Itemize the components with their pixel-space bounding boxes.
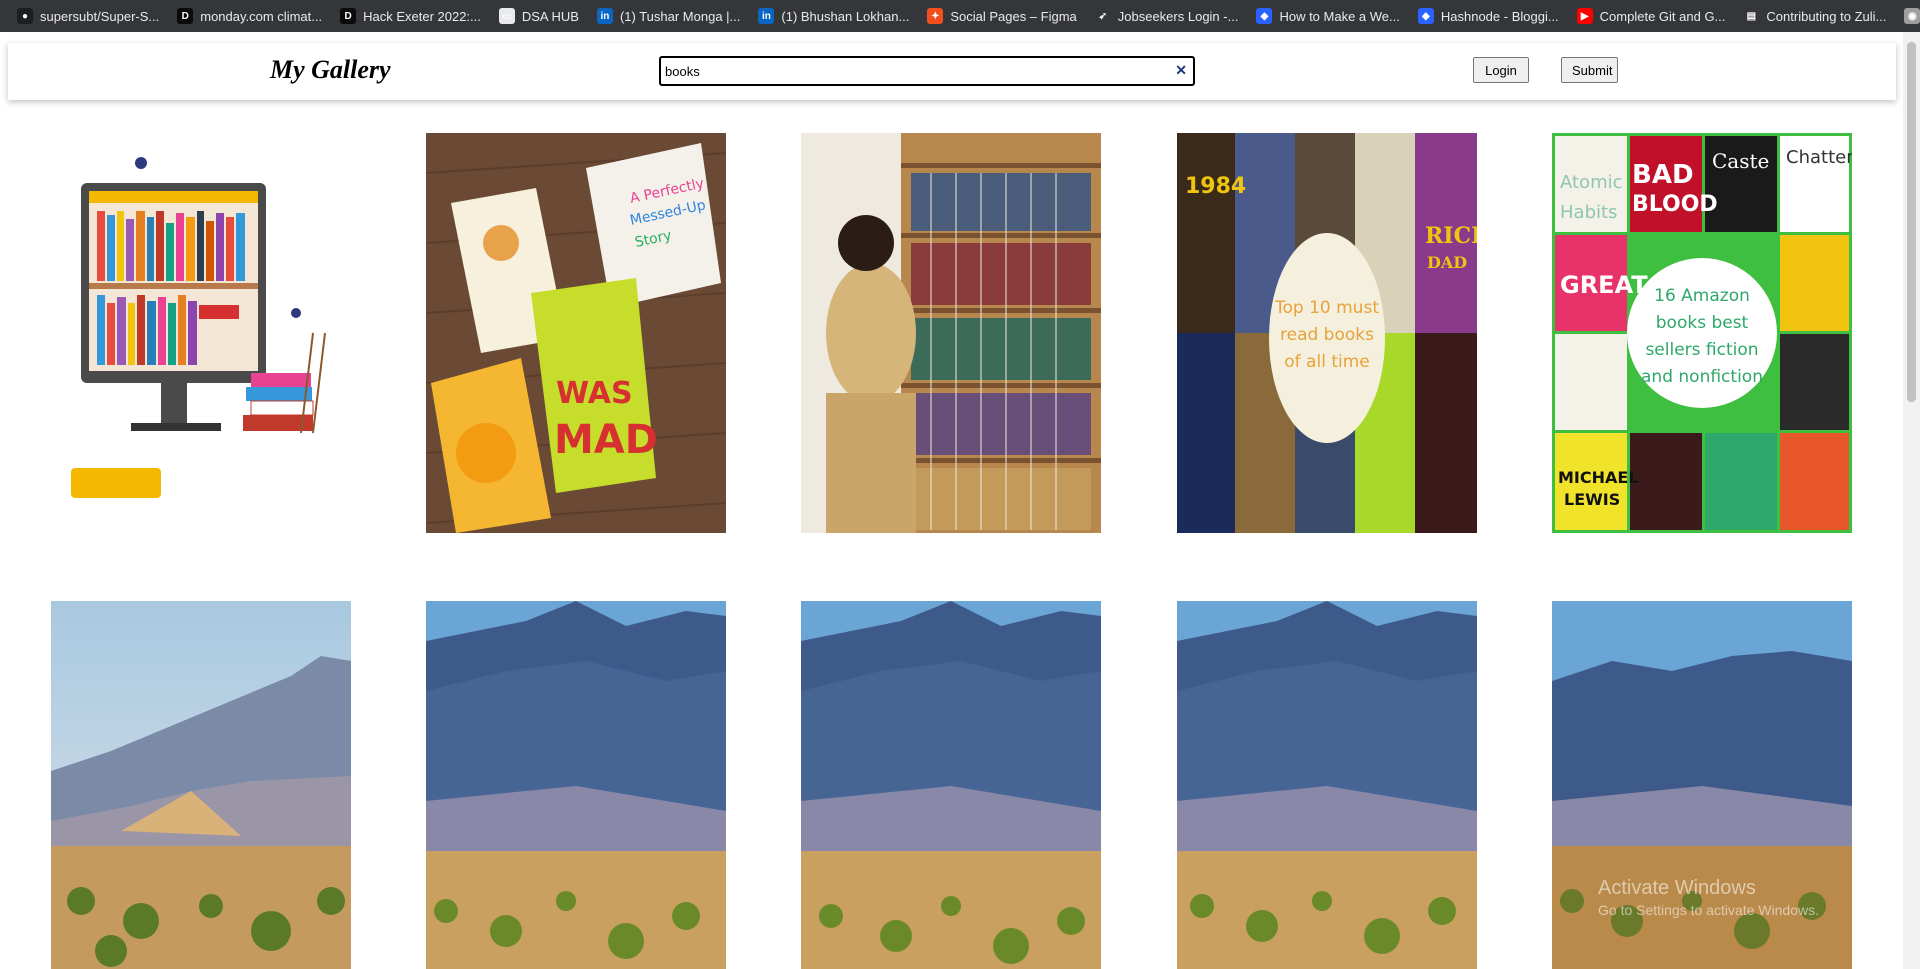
bookmark-item[interactable]: in (1) Tushar Monga |... bbox=[588, 3, 749, 29]
collage-caption-line: read books bbox=[1280, 325, 1374, 345]
svg-text:BLOOD: BLOOD bbox=[1632, 192, 1718, 217]
gallery-image-desert-4[interactable] bbox=[1177, 601, 1477, 969]
svg-text:1984: 1984 bbox=[1185, 174, 1246, 199]
collage-caption-line: books best bbox=[1656, 313, 1749, 333]
gallery-image-amazon-bestsellers[interactable]: BAD BLOOD Caste Chatter GREAT MICHAEL LE… bbox=[1552, 133, 1852, 533]
search-input[interactable] bbox=[663, 60, 1167, 82]
gallery-image-desert-3[interactable] bbox=[801, 601, 1101, 969]
gallery-image-bookshelf-woman[interactable] bbox=[801, 133, 1101, 533]
bookmarks-bar: ● supersubt/Super-S... Dmonday.com climat.… bbox=[0, 0, 1920, 32]
collage-caption-line: Top 10 must bbox=[1274, 298, 1379, 318]
bookmark-item[interactable]: ▶ Complete Git and G... bbox=[1568, 3, 1735, 29]
svg-text:LEWIS: LEWIS bbox=[1564, 490, 1620, 509]
login-button[interactable]: Login bbox=[1473, 57, 1529, 83]
svg-text:Chatter: Chatter bbox=[1786, 147, 1852, 168]
figma-icon: ✦ bbox=[927, 8, 944, 24]
svg-text:GREAT: GREAT bbox=[1560, 271, 1648, 299]
github-icon: ● bbox=[17, 8, 33, 24]
dev-icon: D bbox=[177, 8, 194, 24]
svg-text:Habits: Habits bbox=[1560, 202, 1617, 223]
doc-icon: ▤ bbox=[1743, 8, 1760, 24]
bookmark-label: Complete Git and G... bbox=[1599, 8, 1726, 24]
gallery-image-desert-1[interactable] bbox=[51, 601, 351, 969]
bookmark-item[interactable]: ▤ Contributing to Zuli... bbox=[1734, 3, 1895, 29]
bookmark-item[interactable]: in (1) Bhushan Lokhan... bbox=[749, 3, 918, 29]
bookmark-label: supersubt/Super-S... bbox=[40, 8, 160, 24]
linkedin-icon: in bbox=[758, 8, 775, 24]
bookmark-item[interactable]: ◆ Hashnode - Bloggi... bbox=[1409, 3, 1568, 29]
collage-caption-line: and nonfiction bbox=[1641, 367, 1763, 387]
bookmark-item[interactable]: ◉coala bbox=[1895, 3, 1920, 29]
search-box[interactable]: ✕ bbox=[659, 56, 1195, 86]
gallery-image-childrens-books[interactable]: A Perfectly Messed-Up Story WAS MAD bbox=[426, 133, 726, 533]
page-icon: ▭ bbox=[498, 8, 515, 24]
gallery-image-online-library[interactable] bbox=[51, 133, 351, 533]
collage-caption-line: sellers fiction bbox=[1645, 340, 1758, 360]
site-header: My Gallery ✕ Login Submit bbox=[8, 43, 1896, 100]
bookmark-label: Hack Exeter 2022:... bbox=[363, 8, 481, 24]
bookmark-label: monday.com climat... bbox=[200, 8, 323, 24]
svg-text:MICHAEL: MICHAEL bbox=[1558, 468, 1639, 487]
bookmark-item[interactable]: ● supersubt/Super-S... bbox=[8, 3, 168, 29]
hashnode-icon: ◆ bbox=[1256, 8, 1273, 24]
hashnode-icon: ◆ bbox=[1417, 8, 1434, 24]
svg-text:WAS: WAS bbox=[556, 376, 633, 411]
bookmark-item[interactable]: ▭ DSA HUB bbox=[490, 3, 588, 29]
dev-icon: D bbox=[340, 8, 357, 24]
collage-caption-line: 16 Amazon bbox=[1654, 286, 1750, 306]
gallery-image-desert-2[interactable] bbox=[426, 601, 726, 969]
svg-text:DAD: DAD bbox=[1427, 253, 1467, 272]
bookmark-label: Social Pages – Figma bbox=[950, 8, 1077, 24]
collage-caption-line: of all time bbox=[1284, 352, 1369, 372]
bookmark-item[interactable]: ◆ How to Make a We... bbox=[1247, 3, 1408, 29]
coala-icon: ◉ bbox=[1904, 8, 1920, 24]
svg-text:Atomic: Atomic bbox=[1560, 172, 1623, 193]
submit-button[interactable]: Submit bbox=[1561, 57, 1618, 83]
bookmark-label: Hashnode - Bloggi... bbox=[1440, 8, 1559, 24]
linkedin-icon: in bbox=[596, 8, 613, 24]
bookmark-label: (1) Tushar Monga |... bbox=[619, 8, 741, 24]
bookmark-label: Jobseekers Login -... bbox=[1117, 8, 1239, 24]
runner-icon: ➶ bbox=[1094, 8, 1111, 24]
bookmark-label: (1) Bhushan Lokhan... bbox=[781, 8, 910, 24]
bookmark-label: Contributing to Zuli... bbox=[1766, 8, 1887, 24]
svg-text:Caste: Caste bbox=[1712, 149, 1769, 173]
svg-text:BAD: BAD bbox=[1632, 160, 1694, 190]
svg-text:RICH: RICH bbox=[1425, 223, 1477, 249]
bookmark-label: DSA HUB bbox=[521, 8, 579, 24]
svg-text:MAD: MAD bbox=[554, 417, 658, 463]
bookmark-item[interactable]: ✦ Social Pages – Figma bbox=[918, 3, 1085, 29]
gallery-image-desert-5[interactable] bbox=[1552, 601, 1852, 969]
gallery-image-top-10-books[interactable]: 1984 RICH DAD Top 10 must read books of … bbox=[1177, 133, 1477, 533]
bookmark-item[interactable]: ➶ Jobseekers Login -... bbox=[1086, 3, 1248, 29]
clear-search-icon[interactable]: ✕ bbox=[1175, 62, 1187, 79]
bookmark-item[interactable]: Dmonday.com climat... bbox=[168, 3, 331, 29]
bookmark-label: How to Make a We... bbox=[1279, 8, 1400, 24]
youtube-icon: ▶ bbox=[1576, 8, 1593, 24]
page-scrollbar[interactable] bbox=[1903, 32, 1920, 969]
brand-title: My Gallery bbox=[270, 55, 391, 84]
scrollbar-thumb[interactable] bbox=[1907, 42, 1916, 402]
bookmark-item[interactable]: D Hack Exeter 2022:... bbox=[331, 3, 490, 29]
